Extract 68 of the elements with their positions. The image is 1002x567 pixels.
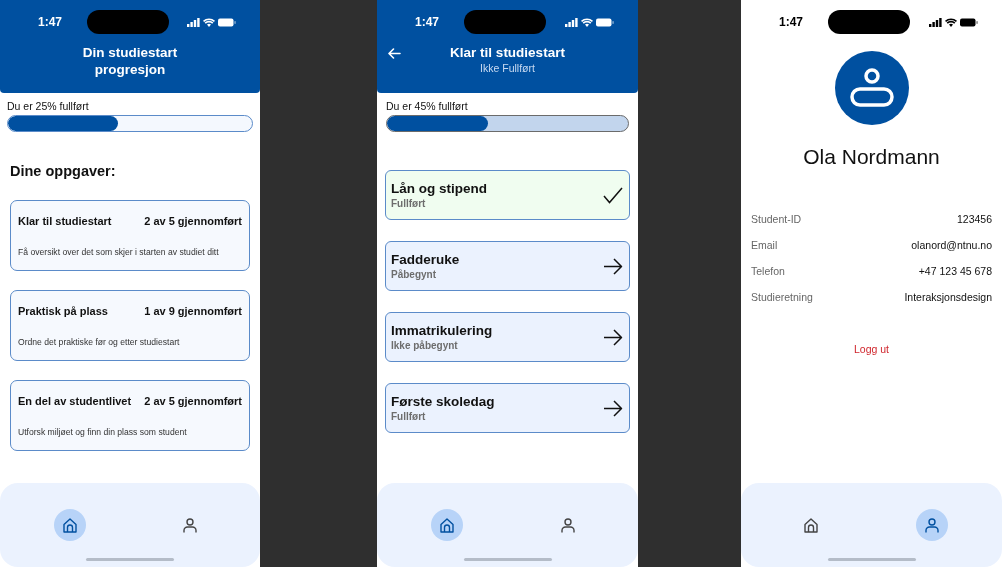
- back-arrow-icon: [388, 47, 401, 59]
- profile-tab[interactable]: [915, 509, 948, 541]
- arrow-right-icon: [603, 328, 623, 346]
- step-card[interactable]: Fadderuke Påbegynt: [385, 241, 630, 291]
- person-icon: [183, 517, 197, 533]
- person-icon: [924, 517, 939, 533]
- wifi-icon: [945, 17, 957, 27]
- home-icon: [63, 517, 77, 533]
- screen-title: Klar til studiestart: [450, 44, 565, 61]
- step-title: Første skoledag: [391, 392, 495, 410]
- step-card[interactable]: Lån og stipend Fullført: [385, 170, 630, 220]
- field-value: Interaksjonsdesign: [904, 289, 992, 305]
- avatar-icon: [834, 51, 909, 125]
- task-card[interactable]: Praktisk på plass 1 av 9 gjennomført Ordne det praktiske før og etter studiestart: [10, 289, 250, 361]
- wifi-icon: [581, 17, 593, 27]
- task-title: En del av studentlivet: [18, 393, 132, 409]
- task-card[interactable]: Klar til studiestart 2 av 5 gjennomført Få oversikt over det som skjer i starten av studiet ditt: [10, 199, 250, 271]
- field-label: Email: [751, 237, 778, 253]
- battery-icon: [960, 17, 978, 27]
- task-title: Klar til studiestart: [18, 213, 112, 229]
- task-card[interactable]: En del av studentlivet 2 av 5 gjennomført Utforsk miljøet og finn din plass som student: [10, 379, 250, 451]
- step-status: Påbegynt: [391, 267, 437, 282]
- step-title: Immatrikulering: [391, 321, 493, 339]
- battery-icon: [596, 17, 614, 27]
- screen-subtitle: Ikke Fullført: [480, 61, 535, 75]
- field-value: +47 123 45 678: [918, 263, 992, 279]
- step-status: Fullført: [391, 409, 427, 424]
- task-description: Ordne det praktiske før og etter studiestart: [18, 336, 181, 350]
- task-description: Utforsk miljøet og finn din plass som student: [18, 426, 188, 440]
- signal-icon: [565, 17, 578, 27]
- arrow-right-icon: [603, 399, 623, 417]
- task-title: Praktisk på plass: [18, 303, 108, 319]
- step-card[interactable]: Immatrikulering Ikke påbegynt: [385, 312, 630, 362]
- status-time: 1:47: [415, 14, 441, 31]
- status-time: 1:47: [779, 14, 805, 31]
- step-status: Ikke påbegynt: [391, 338, 459, 353]
- home-icon: [440, 517, 455, 533]
- home-icon: [804, 517, 819, 533]
- field-label: Studieretning: [751, 289, 813, 305]
- field-value: 123456: [956, 211, 992, 227]
- progress-label: Du er 45% fullført: [386, 99, 469, 113]
- check-icon: [603, 186, 623, 204]
- step-title: Lån og stipend: [391, 179, 487, 197]
- back-button[interactable]: [388, 46, 402, 60]
- arrow-right-icon: [603, 257, 623, 275]
- field-label: Student-ID: [751, 211, 802, 227]
- status-time: 1:47: [38, 14, 64, 31]
- wifi-icon: [203, 17, 215, 27]
- section-title: Dine oppgaver:: [9, 162, 117, 181]
- field-value: olanord@ntnu.no: [911, 237, 992, 253]
- progress-label: Du er 25% fullført: [7, 99, 90, 113]
- step-card[interactable]: Første skoledag Fullført: [385, 383, 630, 433]
- step-title: Fadderuke: [391, 250, 460, 268]
- task-count: 2 av 5 gjennomført: [144, 393, 242, 409]
- signal-icon: [187, 17, 200, 27]
- battery-icon: [218, 17, 236, 27]
- task-count: 2 av 5 gjennomført: [144, 213, 242, 229]
- person-icon: [560, 517, 575, 533]
- task-count: 1 av 9 gjennomført: [144, 303, 242, 319]
- screen-title: Din studiestart progresjon: [81, 44, 179, 78]
- step-status: Fullført: [391, 196, 427, 211]
- home-tab[interactable]: [54, 509, 86, 541]
- field-label: Telefon: [751, 263, 785, 279]
- signal-icon: [929, 17, 942, 27]
- home-tab[interactable]: [431, 509, 464, 541]
- task-description: Få oversikt over det som skjer i starten av studiet ditt: [18, 246, 220, 260]
- profile-name: Ola Nordmann: [802, 144, 941, 170]
- logout-link[interactable]: Logg ut: [853, 341, 889, 358]
